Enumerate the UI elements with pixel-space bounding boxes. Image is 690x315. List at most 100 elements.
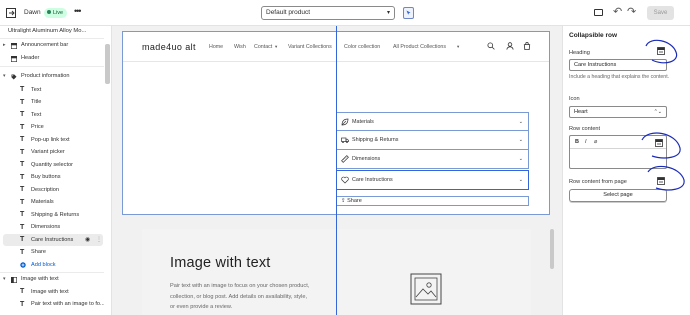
- live-badge-label: Live: [53, 10, 64, 16]
- divider: [0, 66, 104, 67]
- chevron-down-icon: ▾: [386, 10, 390, 16]
- block-item-label: Care Instructions: [31, 236, 74, 243]
- accordion-label: Care Instructions: [352, 177, 393, 183]
- block-item-text[interactable]: T Text: [0, 84, 104, 97]
- nav-link-variant-collections[interactable]: Variant Collections: [288, 44, 332, 50]
- heading-help-text: Include a heading that explains the cont…: [569, 74, 670, 80]
- text-icon: T: [20, 86, 25, 93]
- dynamic-source-icon[interactable]: [657, 47, 665, 55]
- block-item-quantity-selector[interactable]: T Quantity selector: [0, 159, 104, 172]
- accordion-shipping-returns[interactable]: Shipping & Returns ⌄: [336, 131, 529, 150]
- preview-scrollbar[interactable]: [550, 229, 554, 269]
- accordion-care-instructions[interactable]: Care Instructions ⌄: [336, 170, 529, 190]
- sidebar-item-image-with-text[interactable]: ▾ Image with text: [0, 273, 104, 286]
- chevron-down-icon: ⌃⌄: [653, 109, 662, 115]
- eye-icon[interactable]: ◉: [85, 234, 90, 247]
- block-item-body-text[interactable]: T Pair text with an image to fo...: [0, 298, 104, 311]
- heading-field-label: Heading: [569, 50, 590, 56]
- chevron-down-icon: ⌄: [518, 137, 523, 143]
- share-button[interactable]: ⇪ Share: [336, 196, 529, 206]
- image-with-text-heading: Image with text: [170, 255, 271, 271]
- drag-handle-icon[interactable]: ⋮: [96, 234, 102, 247]
- undo-icon[interactable]: ↶: [613, 5, 622, 18]
- cart-icon[interactable]: [523, 42, 531, 50]
- accordion-label: Materials: [352, 119, 374, 125]
- block-item-buy-buttons[interactable]: T Buy buttons: [0, 171, 104, 184]
- block-item-label: Description: [31, 186, 59, 193]
- block-item-text[interactable]: T Text: [0, 109, 104, 122]
- chevron-down-icon: ⌄: [518, 177, 523, 183]
- block-item-dimensions[interactable]: T Dimensions: [0, 221, 104, 234]
- exit-icon[interactable]: [6, 8, 16, 18]
- nav-link-all-product-collections[interactable]: All Product Collections: [393, 44, 446, 50]
- image-placeholder-icon: [410, 273, 442, 305]
- dynamic-source-icon[interactable]: [655, 139, 663, 147]
- block-item-label: Pair text with an image to fo...: [31, 301, 104, 307]
- template-selector[interactable]: Default product ▾: [261, 6, 395, 20]
- text-icon: T: [20, 300, 25, 308]
- chevron-right-icon[interactable]: ▸: [3, 39, 6, 52]
- bold-button[interactable]: B: [575, 139, 579, 145]
- block-item-label: Pop-up link text: [31, 136, 70, 143]
- text-icon: T: [20, 211, 25, 218]
- desktop-preview-icon[interactable]: [594, 9, 603, 16]
- block-item-description[interactable]: T Description: [0, 184, 104, 197]
- heading-input[interactable]: Care Instructions: [569, 59, 667, 71]
- save-button[interactable]: Save: [647, 6, 674, 20]
- chevron-down-icon: ▾: [275, 44, 278, 49]
- chevron-down-icon: ⌄: [518, 119, 523, 125]
- select-page-button[interactable]: Select page: [569, 189, 667, 202]
- text-icon: T: [20, 98, 25, 106]
- accordion-dimensions[interactable]: Dimensions ⌄: [336, 150, 529, 169]
- text-icon: T: [20, 248, 25, 256]
- block-item-label: Buy buttons: [31, 174, 61, 180]
- nav-link-home[interactable]: Home: [209, 44, 223, 50]
- chevron-down-icon[interactable]: ▾: [3, 70, 6, 83]
- block-item-variant-picker[interactable]: T Variant picker: [0, 146, 104, 159]
- sidebar-item-header[interactable]: Header: [0, 52, 104, 65]
- sidebar-item-product-information[interactable]: ▾ Product information: [0, 70, 104, 83]
- row-content-editor[interactable]: B I ⌀: [569, 135, 667, 169]
- block-item-heading[interactable]: T Image with text: [0, 286, 104, 299]
- text-icon: T: [20, 111, 25, 118]
- sidebar-item-announcement-bar[interactable]: ▸ Announcement bar: [0, 39, 104, 52]
- accordion-materials[interactable]: Materials ⌄: [336, 112, 529, 131]
- link-button[interactable]: ⌀: [594, 139, 597, 145]
- nav-link-color-collection[interactable]: Color collection: [344, 44, 380, 50]
- nav-link-contact[interactable]: Contact: [254, 44, 272, 50]
- layout-section-icon: [11, 55, 17, 62]
- italic-button[interactable]: I: [585, 139, 587, 145]
- leaf-icon: [341, 118, 349, 126]
- block-item-popup-link[interactable]: T Pop-up link text: [0, 134, 104, 147]
- accordion-label: Shipping & Returns: [352, 137, 399, 143]
- block-item-shipping-returns[interactable]: T Shipping & Returns: [0, 209, 104, 222]
- text-icon: T: [20, 161, 25, 168]
- dynamic-source-icon[interactable]: [657, 177, 665, 185]
- block-item-materials[interactable]: T Materials: [0, 196, 104, 209]
- search-icon[interactable]: [487, 42, 495, 50]
- block-item-care-instructions[interactable]: T Care Instructions ◉ ⋮: [3, 233, 103, 247]
- chevron-down-icon: ⌄: [518, 156, 523, 162]
- block-item-price[interactable]: T Price: [0, 121, 104, 134]
- icon-select[interactable]: Heart ⌃⌄: [569, 106, 667, 118]
- chevron-down-icon[interactable]: ▾: [3, 273, 6, 286]
- add-block-label: Add block: [31, 261, 56, 268]
- account-icon[interactable]: [506, 42, 514, 50]
- sidebar-item-label: Header: [21, 55, 40, 61]
- store-preview: made4uo alt Home Wish Contact ▾ Variant …: [112, 26, 562, 315]
- ruler-icon: [341, 155, 349, 163]
- sidebar-scrollbar[interactable]: [105, 44, 110, 84]
- tag-icon: [11, 74, 17, 79]
- redo-icon[interactable]: ↷: [627, 5, 636, 18]
- nav-link-wish[interactable]: Wish: [234, 44, 246, 50]
- more-actions-icon[interactable]: •••: [74, 6, 82, 16]
- add-block-button[interactable]: Add block: [0, 259, 104, 272]
- plus-circle-icon: [20, 262, 26, 268]
- block-item-label: Shipping & Returns: [31, 211, 80, 218]
- block-item-share[interactable]: T Share: [0, 246, 104, 259]
- text-icon: T: [20, 136, 25, 143]
- page-field-label: Row content from page: [569, 179, 627, 185]
- inspector-toggle-icon[interactable]: [403, 7, 414, 19]
- store-logo[interactable]: made4uo alt: [142, 42, 196, 52]
- block-item-title[interactable]: T Title: [0, 96, 104, 109]
